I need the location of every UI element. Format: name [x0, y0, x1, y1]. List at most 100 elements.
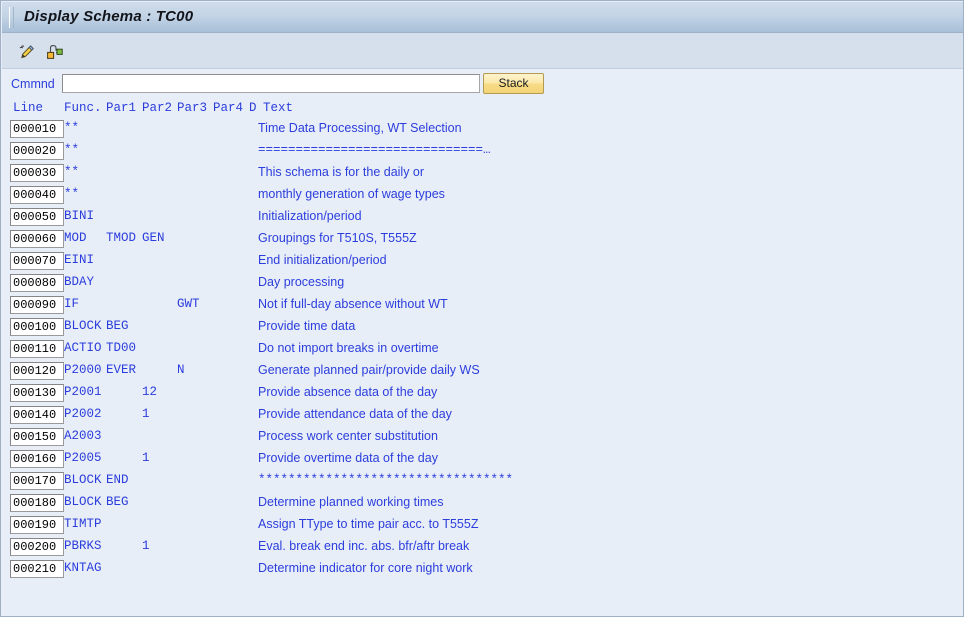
table-row[interactable]: P2005 1 Provide overtime data of the day	[2, 448, 963, 470]
cell-par1: BEG	[106, 319, 129, 333]
line-number-input[interactable]	[10, 384, 64, 402]
window-title-bar: Display Schema : TC00	[2, 2, 963, 33]
schema-structure-button[interactable]	[42, 39, 68, 63]
cell-func: BLOCK	[64, 495, 102, 509]
table-row[interactable]: BDAY Day processing	[2, 272, 963, 294]
table-row[interactable]: BINI Initialization/period	[2, 206, 963, 228]
cell-text: Provide time data	[258, 319, 356, 333]
cell-func: P2002	[64, 407, 102, 421]
line-number-input[interactable]	[10, 494, 64, 512]
cell-func: BDAY	[64, 275, 95, 289]
window-grip	[9, 7, 14, 28]
line-number-input[interactable]	[10, 406, 64, 424]
stack-button[interactable]: Stack	[483, 73, 544, 94]
table-row[interactable]: TIMTP Assign TType to time pair acc. to T…	[2, 514, 963, 536]
cell-func: BLOCK	[64, 473, 102, 487]
cell-func: A2003	[64, 429, 102, 443]
cell-func: KNTAG	[64, 561, 102, 575]
table-row[interactable]: A2003 Process work center substitution	[2, 426, 963, 448]
cell-text: Provide attendance data of the day	[258, 407, 452, 421]
table-row[interactable]: PBRKS 1 Eval. break end inc. abs. bfr/aftr…	[2, 536, 963, 558]
line-number-input[interactable]	[10, 538, 64, 556]
line-number-input[interactable]	[10, 450, 64, 468]
cell-text: Eval. break end inc. abs. bfr/aftr break	[258, 539, 470, 553]
cell-func: **	[64, 187, 80, 201]
cell-text: Provide absence data of the day	[258, 385, 438, 399]
column-header-text: Text	[263, 101, 294, 115]
table-row[interactable]: ** ==============================…	[2, 140, 963, 162]
table-row[interactable]: ** monthly generation of wage types	[2, 184, 963, 206]
cell-text: Process work center substitution	[258, 429, 438, 443]
table-row[interactable]: IF GWT Not if full-day absence without WT	[2, 294, 963, 316]
table-row[interactable]: MOD TMOD GEN Groupings for T510S, T555Z	[2, 228, 963, 250]
line-number-input[interactable]	[10, 274, 64, 292]
cell-func: IF	[64, 297, 80, 311]
table-row[interactable]: BLOCK BEG Determine planned working times	[2, 492, 963, 514]
table-row[interactable]: P2001 12 Provide absence data of the day	[2, 382, 963, 404]
line-number-input[interactable]	[10, 120, 64, 138]
line-number-input[interactable]	[10, 230, 64, 248]
cell-par2: GEN	[142, 231, 165, 245]
line-number-input[interactable]	[10, 340, 64, 358]
cell-func: P2001	[64, 385, 102, 399]
cell-func: ACTIO	[64, 341, 102, 355]
table-row[interactable]: P2002 1 Provide attendance data of the day	[2, 404, 963, 426]
line-number-input[interactable]	[10, 428, 64, 446]
table-row[interactable]: P2000 EVER N Generate planned pair/provide …	[2, 360, 963, 382]
cell-func: MOD	[64, 231, 87, 245]
edit-schema-button[interactable]	[14, 39, 40, 63]
cell-text: Do not import breaks in overtime	[258, 341, 439, 355]
cell-func: PBRKS	[64, 539, 102, 553]
line-number-input[interactable]	[10, 472, 64, 490]
sap-display-schema-window: Display Schema : TC00 Cmmnd Stack Line F…	[0, 0, 964, 617]
line-number-input[interactable]	[10, 186, 64, 204]
column-header-par1: Par1	[106, 101, 137, 115]
cell-text: Assign TType to time pair acc. to T555Z	[258, 517, 479, 531]
line-number-input[interactable]	[10, 318, 64, 336]
table-row[interactable]: KNTAG Determine indicator for core night …	[2, 558, 963, 580]
cell-func: BINI	[64, 209, 95, 223]
cell-par2: 1	[142, 539, 150, 553]
command-input[interactable]	[62, 74, 480, 93]
table-row[interactable]: BLOCK END ********************************…	[2, 470, 963, 492]
line-number-input[interactable]	[10, 516, 64, 534]
application-toolbar: © www.tutorialkart.com	[2, 33, 963, 96]
table-row[interactable]: ** This schema is for the daily or	[2, 162, 963, 184]
page-title: Display Schema : TC00	[24, 8, 194, 25]
cell-text: **********************************	[258, 473, 514, 487]
cell-par1: TD00	[106, 341, 137, 355]
cell-text: Generate planned pair/provide daily WS	[258, 363, 480, 377]
cell-par1: EVER	[106, 363, 137, 377]
cell-func: P2000	[64, 363, 102, 377]
line-number-input[interactable]	[10, 142, 64, 160]
cell-par1: BEG	[106, 495, 129, 509]
line-number-input[interactable]	[10, 164, 64, 182]
column-header-par3: Par3	[177, 101, 208, 115]
column-header-par2: Par2	[142, 101, 173, 115]
line-number-input[interactable]	[10, 296, 64, 314]
cell-par3: N	[177, 363, 185, 377]
cell-text: Day processing	[258, 275, 345, 289]
column-header-par4: Par4	[213, 101, 244, 115]
line-number-input[interactable]	[10, 252, 64, 270]
cell-par2: 12	[142, 385, 158, 399]
line-number-input[interactable]	[10, 362, 64, 380]
table-row[interactable]: ACTIO TD00 Do not import breaks in overtim…	[2, 338, 963, 360]
line-number-input[interactable]	[10, 208, 64, 226]
cell-text: Not if full-day absence without WT	[258, 297, 448, 311]
table-row[interactable]: EINI End initialization/period	[2, 250, 963, 272]
cell-func: **	[64, 121, 80, 135]
cell-text: Time Data Processing, WT Selection	[258, 121, 462, 135]
cell-text: Groupings for T510S, T555Z	[258, 231, 417, 245]
cell-func: P2005	[64, 451, 102, 465]
cell-text: monthly generation of wage types	[258, 187, 445, 201]
cell-par2: 1	[142, 407, 150, 421]
cell-par3: GWT	[177, 297, 200, 311]
cell-func: **	[64, 165, 80, 179]
table-row[interactable]: BLOCK BEG Provide time data	[2, 316, 963, 338]
line-number-input[interactable]	[10, 560, 64, 578]
hierarchy-icon	[43, 43, 67, 62]
table-row[interactable]: ** Time Data Processing, WT Selection	[2, 118, 963, 140]
cell-text: End initialization/period	[258, 253, 387, 267]
cell-par2: 1	[142, 451, 150, 465]
